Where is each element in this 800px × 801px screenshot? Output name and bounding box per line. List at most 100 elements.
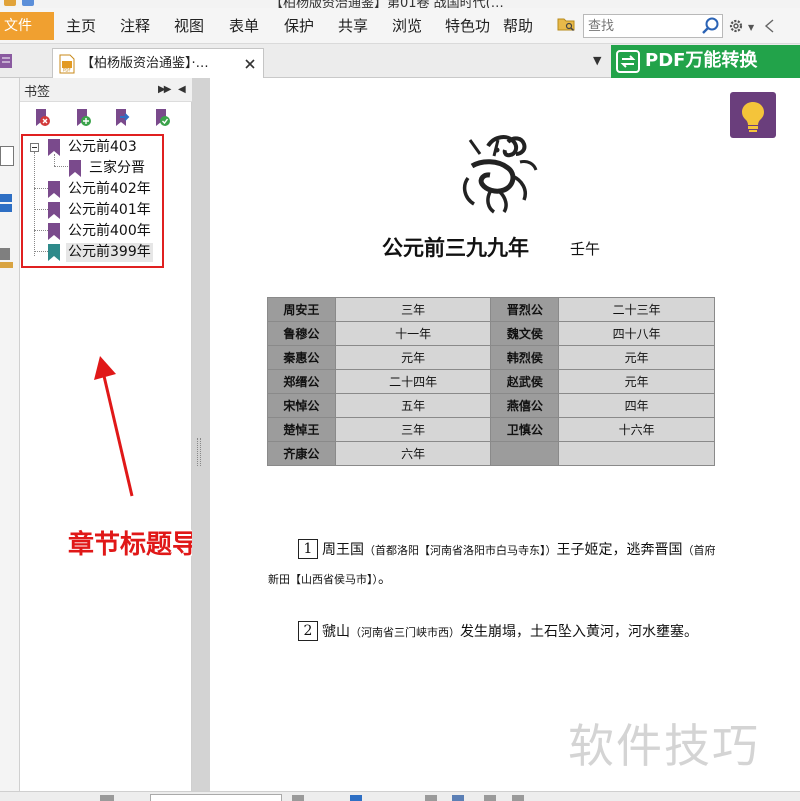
menu-home[interactable]: 主页	[66, 12, 96, 40]
table-cell: 卫慎公	[490, 417, 560, 442]
pdf-file-icon: PDF	[59, 54, 75, 74]
bookmark-label: 公元前402年	[68, 181, 151, 197]
menu-form[interactable]: 表单	[229, 12, 259, 40]
year-subheading: 壬午	[570, 240, 601, 258]
table-row: 郑缙公 二十四年 赵武侯 元年	[267, 369, 715, 394]
bookmark-icon	[48, 181, 60, 198]
table-cell: 六年	[334, 441, 492, 466]
magnifier-icon[interactable]	[701, 16, 721, 36]
bookmark-panel-header: 书签 ▶▶ ◀	[20, 78, 192, 102]
menu-features[interactable]: 特色功	[445, 12, 495, 40]
table-cell: 十一年	[334, 321, 492, 346]
paragraph-note: （首都洛阳【河南省洛阳市白马寺东】）	[364, 544, 557, 557]
table-cell-empty	[558, 441, 715, 466]
table-cell: 四十八年	[558, 321, 715, 346]
continuous-page-icon[interactable]	[452, 795, 464, 801]
layers-icon[interactable]	[0, 192, 14, 214]
table-cell: 韩烈侯	[490, 345, 560, 370]
table-cell: 秦惠公	[267, 345, 336, 370]
menu-bar: 文件 主页 注释 视图 表单 保护 共享 浏览 特色功 帮助 ▼	[0, 8, 800, 44]
paragraph-number: 2	[298, 621, 318, 641]
cover-page-icon[interactable]	[512, 795, 524, 801]
bookmark-tree: 公元前403 三家分晋 公元前402年 公元前401年 公元前400年 公元前3…	[21, 134, 164, 268]
panel-splitter[interactable]	[192, 78, 210, 791]
bookmark-item[interactable]: 公元前400年	[23, 221, 162, 242]
document-viewer[interactable]: 公元前三九九年 壬午 周安王 三年 晋烈公 二十三年 鲁穆公 十一年 魏文侯 四…	[210, 78, 800, 791]
tab-list-dropdown-icon[interactable]: ▼	[593, 54, 601, 67]
tree-collapse-toggle[interactable]	[30, 143, 39, 152]
folder-search-icon[interactable]	[557, 17, 575, 31]
paragraph-note: （河南省三门峡市西）	[350, 626, 460, 639]
table-cell: 元年	[558, 345, 715, 370]
bookmark-label: 三家分晋	[89, 160, 145, 176]
single-page-icon[interactable]	[425, 795, 437, 801]
add-bookmark-icon[interactable]	[73, 108, 93, 128]
rulers-table: 周安王 三年 晋烈公 二十三年 鲁穆公 十一年 魏文侯 四十八年 秦惠公 元年 …	[267, 297, 715, 466]
first-page-icon[interactable]	[100, 795, 114, 801]
bookmark-item[interactable]: 公元前401年	[23, 200, 162, 221]
tab-bar: PDF 【柏杨版资治通鉴】·… ▼ PDF万能转换	[0, 44, 800, 78]
paragraph-text: 王子姬定，逃奔晋国	[556, 542, 683, 558]
bookmark-panel: 书签 ▶▶ ◀ 公元前403 三家分晋 公元前402年 公元前401年 公元前4…	[20, 78, 250, 791]
page-thumbnail-icon[interactable]	[0, 146, 14, 166]
left-icon-column	[0, 78, 20, 791]
table-cell: 四年	[558, 393, 715, 418]
table-cell: 楚悼王	[267, 417, 336, 442]
collapse-ribbon-icon[interactable]	[763, 19, 775, 33]
menu-share[interactable]: 共享	[338, 12, 368, 40]
menu-browse[interactable]: 浏览	[392, 12, 422, 40]
status-bar	[0, 791, 800, 801]
paragraph-text: 周王国	[322, 542, 364, 558]
go-to-bookmark-icon[interactable]	[112, 108, 132, 128]
view-mode-icon[interactable]	[350, 795, 362, 801]
bookmark-options-icon[interactable]	[152, 108, 172, 128]
collapse-panel-icon[interactable]: ◀	[178, 84, 186, 95]
table-cell: 二十三年	[558, 297, 715, 322]
pdf-convert-button[interactable]: PDF万能转换	[611, 45, 800, 78]
file-menu[interactable]: 文件	[0, 12, 54, 40]
next-page-icon[interactable]	[292, 795, 304, 801]
menu-view[interactable]: 视图	[174, 12, 204, 40]
bookmark-item-selected[interactable]: 公元前399年	[23, 242, 162, 263]
menu-protect[interactable]: 保护	[284, 12, 314, 40]
table-cell: 晋烈公	[490, 297, 560, 322]
bookmark-panel-title: 书签	[24, 85, 51, 100]
panel-toggle-icon[interactable]	[0, 52, 14, 70]
bookmark-icon	[48, 139, 60, 156]
paragraph-2: 2 虢山（河南省三门峡市西）发生崩塌，土石坠入黄河，河水壅塞。	[268, 618, 718, 647]
menu-comment[interactable]: 注释	[120, 12, 150, 40]
menu-help[interactable]: 帮助	[503, 12, 533, 40]
gear-icon[interactable]	[728, 18, 744, 34]
table-cell: 三年	[334, 297, 492, 322]
tips-button[interactable]	[730, 92, 776, 138]
delete-bookmark-icon[interactable]	[32, 108, 52, 128]
table-cell: 郑缙公	[267, 369, 336, 394]
watermark: 软件技巧	[568, 719, 760, 773]
bookmark-item[interactable]: 公元前403	[23, 137, 162, 158]
year-heading: 公元前三九九年	[382, 235, 529, 260]
table-row: 周安王 三年 晋烈公 二十三年	[267, 297, 715, 322]
splitter-grip[interactable]	[197, 438, 201, 466]
title-bar: 【柏杨版资治通鉴】第01卷 战国时代(…	[0, 0, 800, 8]
page-number-field[interactable]	[150, 794, 282, 801]
svg-text:PDF: PDF	[63, 68, 71, 73]
table-cell: 十六年	[558, 417, 715, 442]
document-tab[interactable]: PDF 【柏杨版资治通鉴】·…	[52, 48, 264, 78]
comments-icon[interactable]	[0, 246, 14, 270]
table-cell: 二十四年	[334, 369, 492, 394]
dragon-emblem	[462, 135, 538, 214]
chevron-down-icon[interactable]: ▼	[748, 23, 754, 32]
bookmark-label: 公元前400年	[68, 223, 151, 239]
facing-page-icon[interactable]	[484, 795, 496, 801]
bookmark-icon	[48, 202, 60, 219]
bookmark-item[interactable]: 三家分晋	[23, 158, 162, 179]
bookmark-item[interactable]: 公元前402年	[23, 179, 162, 200]
table-row: 秦惠公 元年 韩烈侯 元年	[267, 345, 715, 370]
close-icon[interactable]	[242, 56, 258, 72]
expand-panel-icon[interactable]: ▶▶	[158, 84, 171, 95]
quick-access-icon[interactable]	[4, 0, 16, 6]
quick-access-icon[interactable]	[22, 0, 34, 6]
table-cell: 魏文侯	[490, 321, 560, 346]
bookmark-icon	[69, 160, 81, 177]
paragraph-number: 1	[298, 539, 318, 559]
